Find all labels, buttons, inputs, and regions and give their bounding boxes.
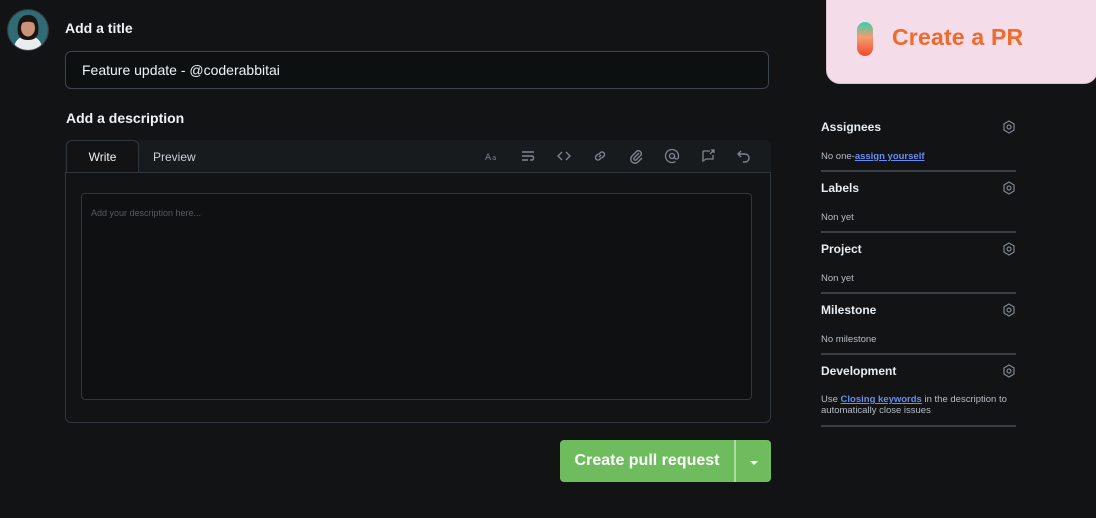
sidebar-section-milestone: Milestone No milestone [821,303,1016,355]
gear-icon[interactable] [1002,181,1016,195]
create-pr-label: Create a PR [892,24,1024,50]
project-title: Project [821,242,862,256]
submit-options-dropdown[interactable] [736,440,771,482]
development-text: Use [821,394,841,405]
assignees-text: No one- [821,151,855,162]
labels-title: Labels [821,181,860,195]
gear-icon[interactable] [1002,120,1016,134]
attachment-icon[interactable] [627,147,645,165]
project-value: Non yet [821,273,854,284]
user-avatar[interactable] [8,10,48,50]
create-pr-badge: Create a PR [826,0,1096,84]
sidebar-section-development: Development Use Closing keywords in the … [821,364,1016,427]
gear-icon[interactable] [1002,242,1016,256]
caret-down-icon [749,454,758,469]
mention-icon[interactable] [663,147,681,165]
pr-form-screen: Add a title Add a description Write Prev… [0,0,1096,518]
title-input[interactable] [65,51,769,89]
submit-button-group: Create pull request [560,440,771,482]
assignees-title: Assignees [821,120,882,134]
gradient-pill-icon [857,22,873,56]
code-icon[interactable] [555,147,573,165]
editor-tab-bar: Write Preview Aa [65,140,771,173]
svg-text:a: a [492,154,496,162]
closing-keywords-link[interactable]: Closing keywords [841,394,922,405]
development-title: Development [821,364,897,378]
description-label: Add a description [66,110,185,126]
labels-value: Non yet [821,212,854,223]
text-size-icon[interactable]: Aa [483,147,501,165]
development-value: Use Closing keywords in the description … [821,394,1016,416]
tab-preview[interactable]: Preview [153,140,196,173]
svg-text:A: A [485,153,492,163]
gear-icon[interactable] [1002,364,1016,378]
description-editor: Write Preview Aa [65,140,771,423]
description-textarea[interactable] [81,193,752,400]
reference-icon[interactable] [699,147,717,165]
tab-write[interactable]: Write [66,140,139,173]
milestone-value: No milestone [821,334,877,345]
sidebar-section-project: Project Non yet [821,242,1016,294]
gear-icon[interactable] [1002,303,1016,317]
assign-yourself-link[interactable]: assign yourself [855,151,925,162]
list-icon[interactable] [519,147,537,165]
sidebar-section-labels: Labels Non yet [821,181,1016,233]
sidebar-section-assignees: Assignees No one-assign yourself [821,120,1016,172]
assignees-value: No one-assign yourself [821,151,925,162]
undo-icon[interactable] [735,147,753,165]
title-label: Add a title [65,20,133,36]
editor-body [65,172,771,423]
milestone-title: Milestone [821,303,877,317]
link-icon[interactable] [591,147,609,165]
create-pull-request-button[interactable]: Create pull request [560,440,734,482]
